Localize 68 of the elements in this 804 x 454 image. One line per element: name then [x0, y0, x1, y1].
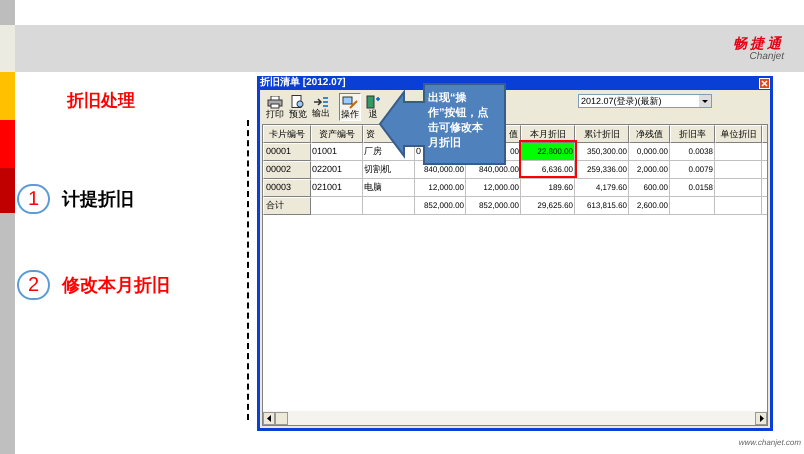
brand-logo-text: 畅捷通	[733, 36, 784, 50]
column-header[interactable]: 折旧率	[670, 125, 715, 143]
toolbar-button[interactable]: 操作	[339, 93, 361, 121]
table-cell: 852,000.00	[415, 197, 466, 215]
row-header-cell[interactable]: 00002	[263, 161, 311, 179]
table-cell	[715, 197, 762, 215]
table-cell: 0.0079	[670, 161, 715, 179]
scroll-right-icon	[758, 414, 764, 422]
scroll-left-icon	[266, 414, 272, 422]
table-cell: 613,815.60	[575, 197, 629, 215]
table-cell	[715, 179, 762, 197]
table-cell: 01001	[311, 143, 363, 161]
period-dropdown[interactable]: 2012.07(登录)(最新)	[578, 94, 712, 108]
table-cell: 12,000.00	[415, 179, 466, 197]
table-cell	[670, 197, 715, 215]
toolbar-button[interactable]: 预览	[287, 93, 309, 121]
row-header-cell[interactable]: 00003	[263, 179, 311, 197]
footer-url: www.chanjet.com	[738, 437, 801, 449]
dropdown-caret-icon	[699, 95, 711, 107]
window-title: 折旧清单 [2012.07]	[260, 77, 346, 89]
brand-latin-text: Chanjet	[750, 50, 784, 62]
scrollbar-thumb[interactable]	[275, 412, 288, 424]
export-arrow-icon	[313, 96, 329, 108]
table-cell: 600.00	[629, 179, 670, 197]
row-header-cell[interactable]: 00001	[263, 143, 311, 161]
column-header[interactable]: 累计折旧	[575, 125, 629, 143]
document-magnifier-icon	[290, 95, 306, 109]
table-cell	[363, 197, 415, 215]
accent-stripe	[0, 72, 15, 120]
step-label: 修改本月折旧	[62, 274, 170, 296]
column-header[interactable]: 单位折旧	[715, 125, 762, 143]
slide-title: 折旧处理	[67, 90, 136, 112]
door-icon	[365, 95, 381, 109]
table-cell: 022001	[311, 161, 363, 179]
table-cell: 259,336.00	[575, 161, 629, 179]
printer-icon	[267, 96, 283, 108]
table-cell: 350,300.00	[575, 143, 629, 161]
toolbar-button[interactable]: 打印	[264, 93, 286, 121]
column-header[interactable]: 卡片编号	[263, 125, 311, 143]
table-cell: 0,000.00	[629, 143, 670, 161]
highlight-frame	[519, 140, 577, 178]
table-cell: 6,636.00	[521, 161, 575, 179]
toolbar-button[interactable]: 退	[362, 93, 384, 121]
table-cell: 4,179.60	[575, 179, 629, 197]
table-cell: 22,800.00	[521, 143, 575, 161]
table-cell: 852,000.00	[466, 197, 521, 215]
table-cell: 29,625.60	[521, 197, 575, 215]
column-header[interactable]: 净残值	[629, 125, 670, 143]
table-cell: 电脑	[363, 179, 415, 197]
row-header-cell[interactable]: 合计	[263, 197, 311, 215]
table-cell: 0.0038	[670, 143, 715, 161]
table-cell	[311, 197, 363, 215]
pencil-grid-icon	[342, 96, 358, 108]
table-cell: 021001	[311, 179, 363, 197]
table-cell	[715, 161, 762, 179]
table-cell: 2,600.00	[629, 197, 670, 215]
close-button[interactable]	[759, 78, 770, 88]
column-header[interactable]: 资产编号	[311, 125, 363, 143]
toolbar-button[interactable]: 输出	[310, 93, 332, 121]
table-cell: 189.60	[521, 179, 575, 197]
table-cell: 12,000.00	[466, 179, 521, 197]
table-cell	[715, 143, 762, 161]
table-cell: 0.0158	[670, 179, 715, 197]
close-icon	[761, 80, 768, 86]
accent-stripe	[0, 120, 15, 168]
horizontal-scrollbar[interactable]	[263, 411, 767, 425]
table-cell: 2,000.00	[629, 161, 670, 179]
step-label: 计提折旧	[62, 188, 134, 210]
